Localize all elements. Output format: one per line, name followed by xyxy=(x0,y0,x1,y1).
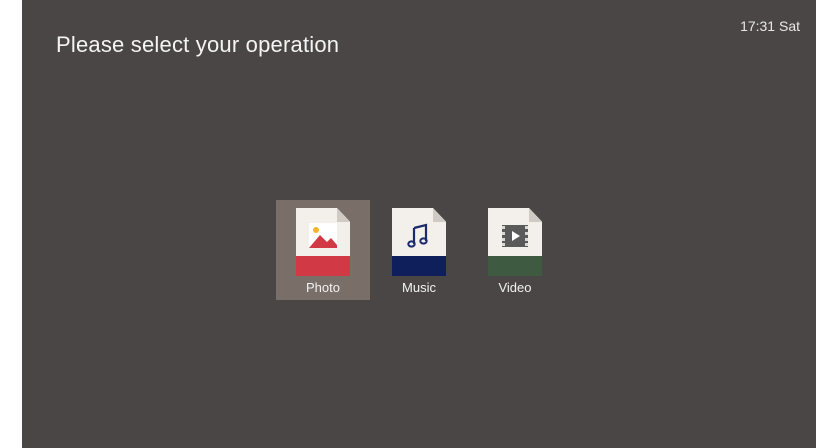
photo-file-icon xyxy=(296,208,350,276)
page-title: Please select your operation xyxy=(56,32,340,57)
video-option[interactable]: Video xyxy=(468,200,562,300)
music-option[interactable]: Music xyxy=(372,200,466,300)
video-label: Video xyxy=(498,280,532,295)
video-file-icon xyxy=(488,208,542,276)
music-label: Music xyxy=(402,280,436,295)
photo-option[interactable]: Photo xyxy=(276,200,370,300)
photo-label: Photo xyxy=(306,280,340,295)
status-clock: 17:31 Sat xyxy=(740,18,800,34)
music-file-icon xyxy=(392,208,446,276)
media-player-screen: Please select your operation 17:31 Sat P… xyxy=(22,0,816,448)
